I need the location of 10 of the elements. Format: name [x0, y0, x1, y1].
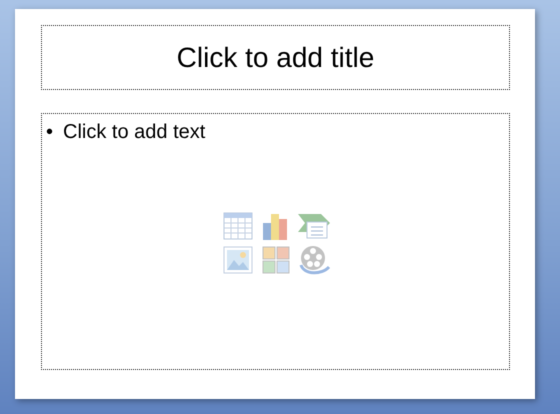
- bullet: •: [46, 120, 54, 145]
- diagram-icon[interactable]: [296, 212, 330, 240]
- title-prompt: Click to add title: [176, 40, 374, 74]
- film-reel-icon[interactable]: [298, 245, 330, 275]
- image-icon[interactable]: [222, 246, 252, 274]
- content-placeholder[interactable]: • Click to add text: [41, 113, 510, 370]
- tile-grid-icon[interactable]: [262, 246, 290, 274]
- title-placeholder[interactable]: Click to add title: [41, 25, 510, 90]
- table-icon[interactable]: [222, 212, 252, 240]
- body-prompt: Click to add text: [63, 120, 206, 145]
